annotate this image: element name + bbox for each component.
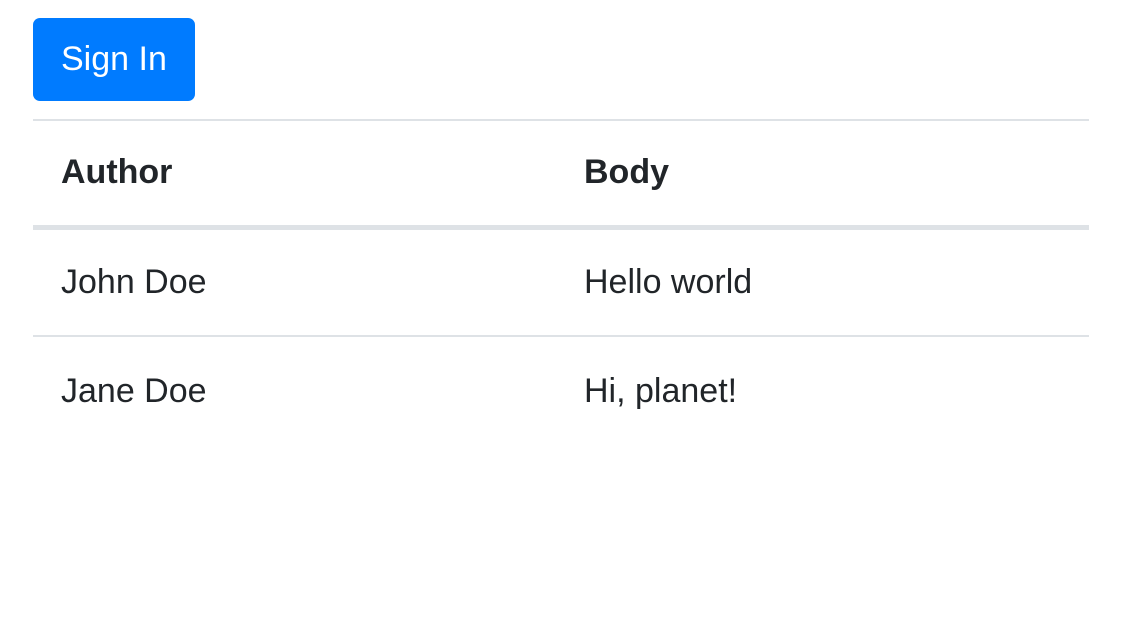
table-body: John Doe Hello world Jane Doe Hi, planet… xyxy=(33,227,1089,445)
cell-author: John Doe xyxy=(33,227,556,337)
column-header-body: Body xyxy=(556,119,1089,230)
column-header-author: Author xyxy=(33,119,556,230)
posts-table: Author Body John Doe Hello world Jane Do… xyxy=(33,119,1089,445)
page-container: Sign In Author Body John Doe Hello world… xyxy=(33,18,1089,445)
sign-in-button[interactable]: Sign In xyxy=(33,18,195,101)
cell-body: Hi, planet! xyxy=(584,371,738,410)
cell-author: Jane Doe xyxy=(61,371,207,410)
cell-body: Hello world xyxy=(556,227,1089,337)
table-header-row: Author Body xyxy=(33,119,1089,230)
table-row: Jane Doe Hi, planet! xyxy=(33,336,1089,445)
table-header: Author Body xyxy=(33,119,1089,230)
table-row: John Doe Hello world xyxy=(33,227,1089,337)
